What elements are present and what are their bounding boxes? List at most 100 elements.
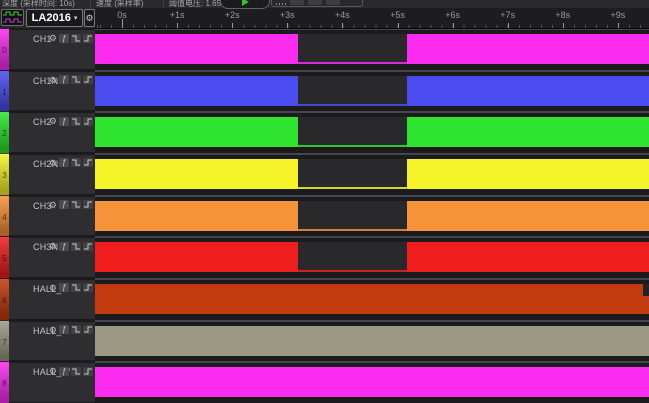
time-ruler[interactable]: 0s+1s+2s+3s+4s+5s+6s+7s+8s+9s	[95, 8, 649, 29]
channel-color-strip: 5	[0, 236, 9, 278]
trigger-falling-edge-icon[interactable]	[71, 158, 81, 167]
zoom-in-icon[interactable]	[290, 0, 304, 5]
play-icon	[242, 0, 249, 6]
channel-color-strip: 8	[0, 361, 9, 403]
channel-settings-gear-icon[interactable]: ⚙	[49, 116, 57, 126]
waveform-area[interactable]	[95, 242, 649, 272]
signal-low-segment	[298, 242, 407, 272]
channel-controls: ⚙ƒ	[49, 366, 93, 376]
signal-low-segment	[298, 117, 407, 147]
trigger-rising-edge-icon[interactable]	[83, 242, 93, 251]
top-toolbar: 深度 (采样时间: 10s) 速度 (采样率) 阈值电压: 1.65 V	[0, 0, 649, 8]
waveform-area[interactable]	[95, 367, 649, 397]
channel-settings-gear-icon[interactable]: ⚙	[49, 158, 57, 168]
channel-settings-gear-icon[interactable]: ⚙	[49, 200, 57, 210]
channel-label-panel[interactable]: CH3⚙ƒ	[9, 197, 95, 236]
signal-high-segment	[95, 284, 649, 314]
trigger-falling-edge-icon[interactable]	[71, 325, 81, 334]
channel-color-strip: 7	[0, 320, 9, 362]
device-bar: LA2016 ▾ ⚙	[0, 8, 95, 28]
trigger-rising-edge-icon[interactable]	[83, 117, 93, 126]
ruler-tick-label: +8s	[555, 10, 570, 20]
channel-trigger-f-icon[interactable]: ƒ	[59, 367, 69, 376]
channel-row-hall_v: 7HALL_V⚙ƒ	[0, 320, 649, 362]
channel-label-panel[interactable]: CH3N⚙ƒ	[9, 238, 95, 277]
zoom-fit-icon[interactable]	[326, 0, 340, 5]
signal-low-segment	[298, 76, 407, 106]
toolbar-divider	[163, 0, 164, 8]
channel-row-ch1n: 1CH1N⚙ƒ	[0, 70, 649, 112]
waveform-area[interactable]	[95, 34, 649, 64]
channel-label-panel[interactable]: HALL_W⚙ƒ	[9, 363, 95, 402]
trigger-rising-edge-icon[interactable]	[83, 75, 93, 84]
signal-low-level-line	[298, 104, 407, 106]
channel-label-panel[interactable]: CH2⚙ƒ	[9, 113, 95, 152]
zoom-tools-group	[271, 0, 363, 7]
waveform-area[interactable]	[95, 159, 649, 189]
options-dots-icon[interactable]	[276, 3, 286, 5]
ruler-major-tick	[563, 23, 564, 28]
trigger-rising-edge-icon[interactable]	[83, 325, 93, 334]
channel-label-panel[interactable]: CH2N⚙ƒ	[9, 155, 95, 194]
channel-settings-gear-icon[interactable]: ⚙	[49, 33, 57, 43]
row-separator	[95, 320, 649, 322]
trigger-rising-edge-icon[interactable]	[83, 34, 93, 43]
waveform-area[interactable]	[95, 76, 649, 106]
ruler-tick-label: 0s	[117, 10, 127, 20]
channel-color-strip: 2	[0, 111, 9, 153]
channel-label-panel[interactable]: CH1N⚙ƒ	[9, 72, 95, 111]
channel-controls: ⚙ƒ	[49, 325, 93, 335]
trigger-rising-edge-icon[interactable]	[83, 367, 93, 376]
signal-high-segment	[95, 159, 298, 189]
channel-label-panel[interactable]: HALL_V⚙ƒ	[9, 322, 95, 361]
waveform-area[interactable]	[95, 284, 649, 314]
channel-label-panel[interactable]: HALL_U⚙ƒ	[9, 280, 95, 319]
channel-settings-gear-icon[interactable]: ⚙	[49, 283, 57, 293]
channel-settings-gear-icon[interactable]: ⚙	[49, 325, 57, 335]
trigger-rising-edge-icon[interactable]	[83, 158, 93, 167]
channel-number: 7	[0, 338, 9, 347]
waveform-area[interactable]	[95, 117, 649, 147]
channel-number: 8	[0, 379, 9, 388]
ruler-tick-label: +5s	[390, 10, 405, 20]
ruler-tick-label: +7s	[500, 10, 515, 20]
channel-settings-gear-icon[interactable]: ⚙	[49, 75, 57, 85]
trigger-rising-edge-icon[interactable]	[83, 283, 93, 292]
row-separator	[95, 278, 649, 280]
start-capture-button[interactable]	[220, 0, 270, 9]
channel-trigger-f-icon[interactable]: ƒ	[59, 283, 69, 292]
channel-settings-gear-icon[interactable]: ⚙	[49, 366, 57, 376]
channel-trigger-f-icon[interactable]: ƒ	[59, 242, 69, 251]
channel-controls: ⚙ƒ	[49, 200, 93, 210]
signal-high-segment	[95, 34, 298, 64]
channel-trigger-f-icon[interactable]: ƒ	[59, 34, 69, 43]
channel-trigger-f-icon[interactable]: ƒ	[59, 117, 69, 126]
channel-trigger-f-icon[interactable]: ƒ	[59, 75, 69, 84]
zoom-out-icon[interactable]	[308, 0, 322, 5]
waveform-area[interactable]	[95, 326, 649, 356]
trigger-rising-edge-icon[interactable]	[83, 200, 93, 209]
device-selector-dropdown[interactable]: LA2016 ▾	[26, 9, 83, 27]
toolbar-divider	[90, 0, 91, 8]
trigger-falling-edge-icon[interactable]	[71, 34, 81, 43]
channel-color-strip: 3	[0, 153, 9, 195]
signal-low-level-line	[298, 62, 407, 64]
trigger-falling-edge-icon[interactable]	[71, 75, 81, 84]
trigger-falling-edge-icon[interactable]	[71, 117, 81, 126]
channel-settings-gear-icon[interactable]: ⚙	[49, 241, 57, 251]
channel-label-panel[interactable]: CH1⚙ƒ	[9, 30, 95, 69]
device-settings-button[interactable]: ⚙	[84, 9, 95, 27]
signal-high-segment	[95, 117, 298, 147]
channel-trigger-f-icon[interactable]: ƒ	[59, 325, 69, 334]
signal-high-segment	[407, 242, 649, 272]
trigger-falling-edge-icon[interactable]	[71, 283, 81, 292]
waveform-area[interactable]	[95, 201, 649, 231]
channel-trigger-f-icon[interactable]: ƒ	[59, 200, 69, 209]
trigger-falling-edge-icon[interactable]	[71, 367, 81, 376]
signal-high-segment	[95, 76, 298, 106]
channel-controls: ⚙ƒ	[49, 33, 93, 43]
trigger-falling-edge-icon[interactable]	[71, 200, 81, 209]
channel-controls: ⚙ƒ	[49, 241, 93, 251]
channel-trigger-f-icon[interactable]: ƒ	[59, 158, 69, 167]
trigger-falling-edge-icon[interactable]	[71, 242, 81, 251]
